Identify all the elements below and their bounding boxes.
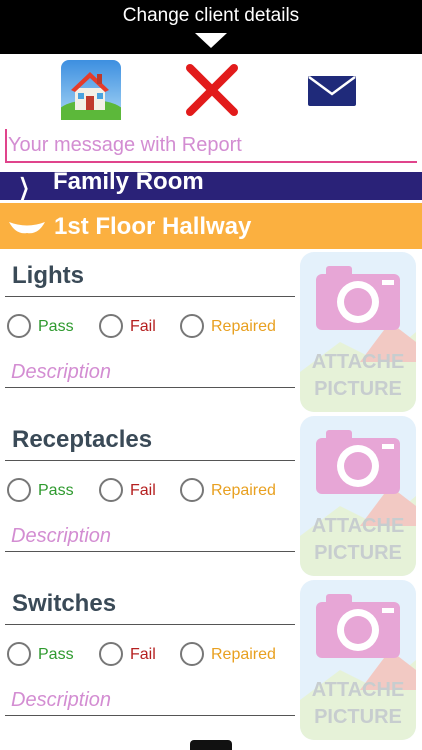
item-title: Switches bbox=[12, 590, 117, 617]
dropdown-arrow-icon[interactable] bbox=[195, 33, 227, 48]
item-title: Lights bbox=[12, 262, 84, 289]
photo-caption: ATTACHE bbox=[312, 515, 405, 537]
radio-circle-icon bbox=[7, 478, 31, 502]
divider bbox=[5, 624, 295, 625]
radio-circle-icon bbox=[7, 642, 31, 666]
section-family-room[interactable]: ❯ Family Room bbox=[0, 172, 422, 200]
radio-circle-icon bbox=[180, 642, 204, 666]
top-bar: Change client details bbox=[0, 0, 422, 54]
inspection-item-receptacles: Receptacles Pass Fail Repaired ATTACHE P… bbox=[0, 414, 422, 578]
close-icon[interactable] bbox=[182, 60, 242, 120]
description-input[interactable] bbox=[5, 522, 295, 552]
house-icon[interactable] bbox=[57, 60, 125, 128]
divider bbox=[5, 296, 295, 297]
item-title: Receptacles bbox=[12, 426, 153, 453]
description-input[interactable] bbox=[5, 358, 295, 388]
chevron-down-icon bbox=[9, 222, 45, 234]
radio-circle-icon bbox=[7, 314, 31, 338]
toolbar bbox=[0, 54, 422, 128]
change-client-details-link[interactable]: Change client details bbox=[0, 5, 422, 27]
photo-caption: PICTURE bbox=[314, 706, 402, 728]
description-input[interactable] bbox=[5, 686, 295, 716]
section-label: Family Room bbox=[53, 172, 204, 195]
inspection-item-lights: Lights Pass Fail Repaired ATTACHE PICTUR… bbox=[0, 250, 422, 414]
radio-circle-icon bbox=[99, 478, 123, 502]
report-message-input[interactable] bbox=[5, 129, 417, 163]
attach-picture-button[interactable]: ATTACHE PICTURE bbox=[300, 252, 416, 412]
attach-picture-button[interactable]: ATTACHE PICTURE bbox=[300, 416, 416, 576]
add-item-tab[interactable] bbox=[190, 740, 232, 750]
inspection-item-switches: Switches Pass Fail Repaired ATTACHE PICT… bbox=[0, 578, 422, 742]
radio-circle-icon bbox=[180, 478, 204, 502]
radio-circle-icon bbox=[99, 642, 123, 666]
divider bbox=[5, 460, 295, 461]
attach-picture-button[interactable]: ATTACHE PICTURE bbox=[300, 580, 416, 740]
radio-circle-icon bbox=[180, 314, 204, 338]
photo-caption: PICTURE bbox=[314, 542, 402, 564]
photo-caption: ATTACHE bbox=[312, 679, 405, 701]
photo-caption: PICTURE bbox=[314, 378, 402, 400]
radio-circle-icon bbox=[99, 314, 123, 338]
section-1st-floor-hallway[interactable]: 1st Floor Hallway bbox=[0, 203, 422, 249]
envelope-icon[interactable] bbox=[302, 60, 362, 120]
section-label: 1st Floor Hallway bbox=[54, 213, 252, 240]
chevron-right-icon: ❯ bbox=[18, 174, 30, 200]
photo-caption: ATTACHE bbox=[312, 351, 405, 373]
